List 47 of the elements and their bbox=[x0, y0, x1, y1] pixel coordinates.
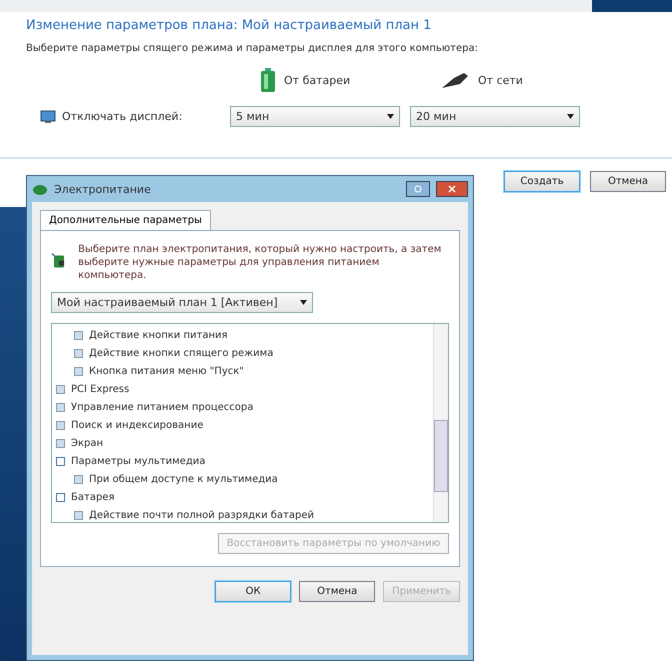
close-button[interactable] bbox=[436, 181, 468, 197]
tree-item[interactable]: Экран bbox=[71, 438, 104, 448]
caret-icon bbox=[387, 114, 394, 119]
battery-icon bbox=[260, 68, 276, 92]
help-icon bbox=[414, 185, 422, 193]
expand-icon[interactable] bbox=[74, 348, 83, 358]
expand-icon[interactable] bbox=[74, 510, 83, 520]
tree-item[interactable]: Кнопка питания меню "Пуск" bbox=[89, 366, 244, 376]
collapse-icon[interactable] bbox=[56, 492, 65, 502]
tree-item[interactable]: При общем доступе к мультимедиа bbox=[89, 474, 278, 484]
tab[interactable]: Дополнительные параметры bbox=[40, 210, 211, 230]
expand-icon[interactable] bbox=[74, 366, 83, 376]
panel-button[interactable]: Отмена bbox=[590, 171, 666, 192]
tree-item[interactable]: Батарея bbox=[71, 492, 114, 502]
window-title: Электропитание bbox=[54, 182, 151, 196]
page-subtitle: Выберите параметры спящего режима и параметры дисплея для этого компьютера: bbox=[26, 43, 480, 54]
instruction-text: Выберите план электропитания, который нужно настроить, а затем выберите нужные параметры для управления питанием компьютера. bbox=[78, 243, 442, 282]
caret-icon bbox=[567, 114, 574, 119]
tree-item[interactable]: Действие кнопки спящего режима bbox=[89, 348, 274, 358]
dropdown[interactable]: 20 мин bbox=[410, 106, 580, 127]
tree-item[interactable]: Поиск и индексирование bbox=[71, 420, 204, 430]
dialog-button[interactable]: Отмена bbox=[299, 581, 376, 602]
scrollbar[interactable] bbox=[433, 324, 448, 522]
monitor-icon bbox=[40, 110, 56, 124]
page-title: Изменение параметров плана: Мой настраиваемый план 1 bbox=[26, 18, 432, 33]
tree-item[interactable]: Параметры мультимедиа bbox=[71, 456, 206, 466]
panel-button[interactable]: Создать bbox=[504, 171, 580, 192]
expand-icon[interactable] bbox=[74, 330, 83, 340]
column-heading: От батареи bbox=[284, 74, 350, 86]
tree-item[interactable]: Действие почти полной разрядки батарей bbox=[89, 510, 314, 520]
help-button[interactable] bbox=[406, 181, 430, 197]
setting-label: Отключать дисплей: bbox=[62, 110, 182, 123]
dropdown[interactable]: 5 мин bbox=[230, 106, 400, 127]
tree-item[interactable]: Действие кнопки питания bbox=[89, 330, 228, 340]
expand-icon[interactable] bbox=[56, 438, 65, 448]
tree-item[interactable]: PCI Express bbox=[71, 384, 130, 394]
expand-icon[interactable] bbox=[56, 402, 65, 412]
caret-icon bbox=[300, 300, 307, 305]
collapse-icon[interactable] bbox=[56, 456, 65, 466]
tree-item[interactable]: Управление питанием процессора bbox=[71, 402, 254, 412]
expand-icon[interactable] bbox=[56, 420, 65, 430]
close-icon bbox=[448, 185, 456, 193]
expand-icon[interactable] bbox=[74, 474, 83, 484]
plan-dropdown[interactable]: Мой настраиваемый план 1 [Активен] bbox=[51, 292, 313, 313]
dialog-button[interactable]: ОК bbox=[215, 581, 292, 602]
expand-icon[interactable] bbox=[56, 384, 65, 394]
column-heading: От сети bbox=[478, 74, 523, 86]
